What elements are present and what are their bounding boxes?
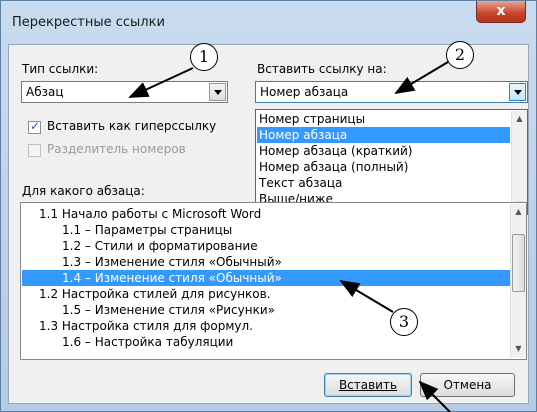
cancel-button[interactable]: Отмена [420, 373, 515, 397]
list-item[interactable]: 1.2 Настройка стилей для рисунков. [22, 286, 510, 302]
paragraph-list-label: Для какого абзаца: [22, 184, 145, 198]
close-button[interactable]: x [476, 1, 526, 23]
dropdown-option[interactable]: Номер абзаца (краткий) [257, 143, 510, 159]
dropdown-option[interactable]: Текст абзаца [257, 175, 510, 191]
ref-type-label: Тип ссылки: [22, 62, 99, 76]
hyperlink-checkbox[interactable] [28, 119, 41, 134]
scroll-thumb[interactable] [512, 234, 525, 292]
list-item[interactable]: 1.1 Начало работы с Microsoft Word [22, 206, 510, 222]
insert-button[interactable]: Вставить [324, 373, 412, 397]
insert-button-label: Вставить [338, 378, 398, 392]
ref-type-combo[interactable]: Абзац [21, 81, 228, 103]
dropdown-option[interactable]: Номер страницы [257, 111, 510, 127]
scroll-down-icon[interactable]: ▼ [511, 341, 526, 357]
window-title: Перекрестные ссылки [12, 15, 165, 30]
list-item[interactable]: 1.5 – Изменение стиля «Рисунки» [22, 302, 510, 318]
list-item[interactable]: 1.6 – Настройка табуляции [22, 334, 510, 350]
dropdown-option[interactable]: Номер абзаца (полный) [257, 159, 510, 175]
dropdown-scrollbar[interactable]: ▲ ▼ [511, 111, 527, 213]
ref-type-value: Абзац [26, 85, 64, 99]
chevron-down-icon[interactable] [509, 83, 526, 101]
list-item[interactable]: 1.3 Настройка стиля для формул. [22, 318, 510, 334]
list-item-selected[interactable]: 1.4 – Изменение стиля «Обычный» [22, 270, 510, 286]
hyperlink-checkbox-label[interactable]: Вставить как гиперссылку [47, 119, 216, 133]
callout-1: 1 [190, 43, 218, 71]
scroll-up-icon[interactable]: ▲ [512, 111, 527, 127]
callout-2: 2 [446, 41, 474, 69]
insert-ref-value: Номер абзаца [260, 85, 349, 99]
separator-checkbox-label: Разделитель номеров [47, 142, 186, 156]
list-item[interactable]: 1.3 – Изменение стиля «Обычный» [22, 254, 510, 270]
insert-ref-combo[interactable]: Номер абзаца [255, 81, 528, 103]
list-item[interactable]: 1.1 – Параметры страницы [22, 222, 510, 238]
scroll-up-icon[interactable]: ▲ [511, 204, 526, 220]
paragraph-list[interactable]: 1.1 Начало работы с Microsoft Word 1.1 –… [20, 202, 527, 360]
insert-ref-label: Вставить ссылку на: [257, 62, 387, 76]
list-item[interactable]: 1.2 – Стили и форматирование [22, 238, 510, 254]
list-scrollbar[interactable]: ▲ ▼ [510, 204, 526, 358]
callout-3: 3 [390, 308, 418, 336]
chevron-down-icon[interactable] [209, 83, 226, 101]
insert-ref-dropdown[interactable]: Номер страницы Номер абзаца Номер абзаца… [255, 109, 528, 215]
separator-checkbox[interactable] [28, 144, 41, 157]
dropdown-option-selected[interactable]: Номер абзаца [257, 127, 510, 143]
